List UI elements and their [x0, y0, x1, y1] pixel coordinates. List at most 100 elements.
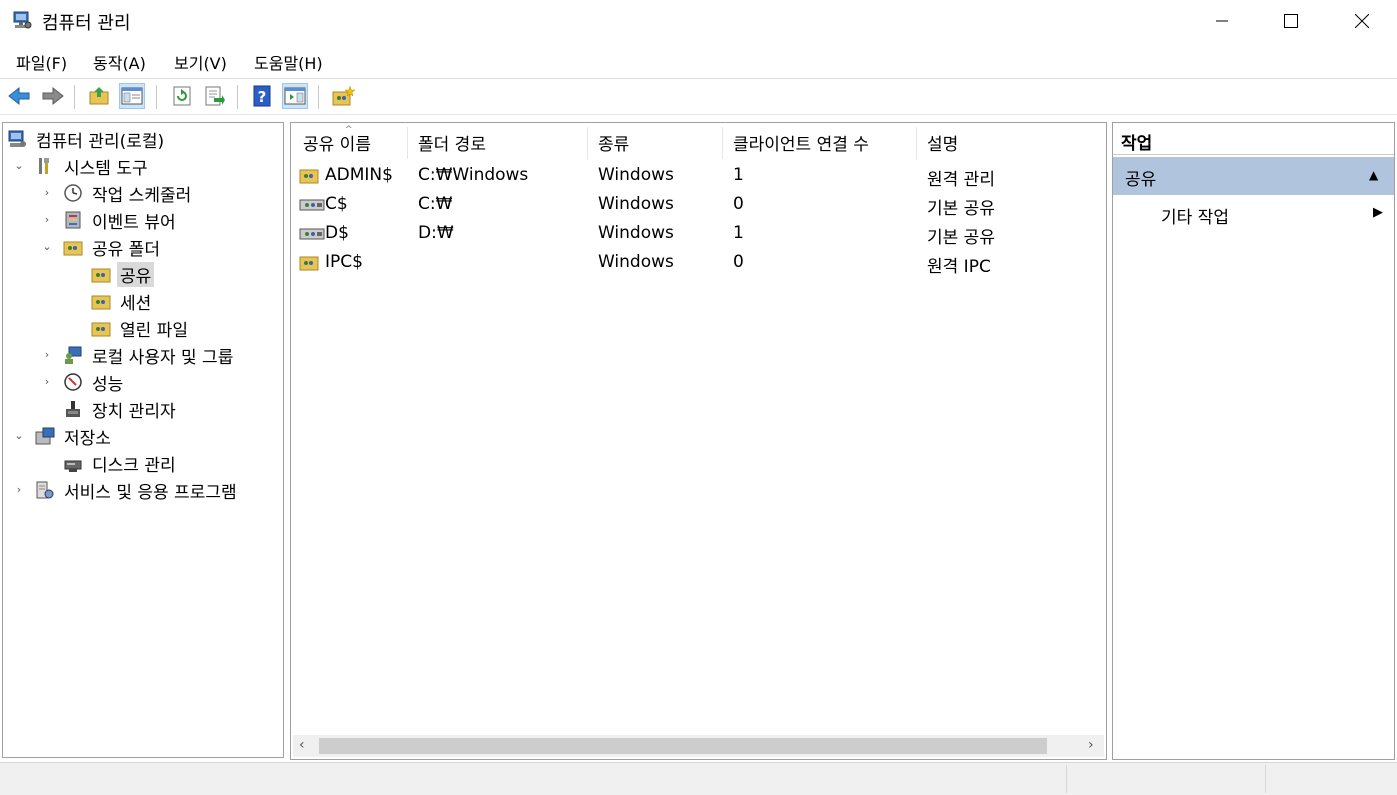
- close-icon: [1355, 14, 1369, 28]
- tree-label: 공유 폴더: [92, 239, 160, 260]
- back-button[interactable]: [6, 83, 32, 109]
- horizontal-scrollbar[interactable]: ‹ ›: [293, 735, 1104, 757]
- expand-chevron-icon[interactable]: ›: [41, 213, 53, 226]
- tree-label: 저장소: [64, 428, 111, 449]
- collapse-up-icon[interactable]: ▲: [1369, 168, 1378, 182]
- share-type: Windows: [598, 223, 674, 243]
- tree-label: 공유: [117, 261, 155, 287]
- expand-chevron-icon[interactable]: ›: [41, 375, 53, 388]
- tree-item-event-viewer[interactable]: 이벤트 뷰어: [63, 208, 179, 233]
- column-separator[interactable]: [916, 127, 917, 159]
- users-icon: [65, 346, 82, 364]
- column-label: 공유 이름: [303, 134, 371, 155]
- table-row[interactable]: ADMIN$ C:₩Windows Windows 1 원격 관리: [291, 161, 1106, 190]
- tree-label: 시스템 도구: [64, 158, 148, 179]
- column-header-folder-path[interactable]: 폴더 경로: [418, 123, 486, 161]
- tree-item-sessions[interactable]: 세션: [91, 289, 154, 314]
- column-label: 폴더 경로: [418, 134, 486, 155]
- shared-folder-icon: [63, 241, 83, 256]
- tree-label: 로컬 사용자 및 그룹: [92, 347, 234, 368]
- share-description: 기본 공유: [927, 199, 995, 219]
- scroll-left-icon[interactable]: ‹: [299, 737, 305, 753]
- scroll-right-icon[interactable]: ›: [1088, 737, 1094, 753]
- share-type: Windows: [598, 165, 674, 185]
- section-label: 공유: [1125, 170, 1157, 190]
- column-header-type[interactable]: 종류: [598, 123, 629, 161]
- collapse-chevron-icon[interactable]: ⌄: [41, 240, 53, 253]
- client-count: 0: [733, 194, 744, 214]
- column-label: 설명: [927, 134, 959, 155]
- collapse-chevron-icon[interactable]: ⌄: [13, 429, 25, 442]
- table-row[interactable]: D$ D:₩ Windows 1 기본 공유: [291, 219, 1106, 248]
- shares-list-view: 공유 이름 ^ 폴더 경로 종류 클라이언트 연결 수 설명 ADMIN$ C:…: [290, 122, 1107, 760]
- actions-pane: 작업 공유 ▲ 기타 작업 ▶: [1112, 122, 1395, 760]
- refresh-button[interactable]: [169, 83, 195, 109]
- maximize-button[interactable]: [1268, 0, 1314, 42]
- expand-chevron-icon[interactable]: ›: [41, 186, 53, 199]
- help-button[interactable]: ?: [249, 83, 275, 109]
- share-name: ADMIN$: [325, 165, 393, 185]
- computer-management-icon: [13, 11, 32, 29]
- sort-ascending-icon: ^: [345, 125, 353, 135]
- expand-chevron-icon[interactable]: ›: [41, 348, 53, 361]
- tree-item-disk-management[interactable]: 디스크 관리: [63, 451, 179, 476]
- menu-help[interactable]: 도움말(H): [254, 50, 323, 74]
- drive-share-icon: [299, 228, 325, 240]
- tree-item-performance[interactable]: 성능: [63, 370, 126, 395]
- column-separator[interactable]: [722, 127, 723, 159]
- expand-chevron-icon[interactable]: ›: [13, 483, 25, 496]
- action-label: 기타 작업: [1161, 208, 1229, 228]
- scrollbar-thumb[interactable]: [319, 738, 1047, 754]
- show-hide-action-pane-button[interactable]: [282, 83, 308, 109]
- close-button[interactable]: [1339, 0, 1385, 42]
- table-row[interactable]: C$ C:₩ Windows 0 기본 공유: [291, 190, 1106, 219]
- tree-label: 성능: [92, 374, 124, 395]
- export-list-button[interactable]: [202, 83, 228, 109]
- tree-item-computer-management[interactable]: 컴퓨터 관리(로컬): [7, 127, 167, 152]
- tree-item-system-tools[interactable]: 시스템 도구: [35, 154, 151, 179]
- tree-item-services-applications[interactable]: 서비스 및 응용 프로그램: [35, 478, 240, 503]
- tree-item-storage[interactable]: 저장소: [35, 424, 114, 449]
- forward-button[interactable]: [40, 83, 66, 109]
- tree-item-shares[interactable]: 공유: [91, 261, 155, 287]
- export-list-icon: [205, 86, 225, 106]
- column-separator[interactable]: [587, 127, 588, 159]
- tree-item-device-manager[interactable]: 장치 관리자: [63, 397, 179, 422]
- more-actions-item[interactable]: 기타 작업: [1161, 203, 1229, 228]
- menu-view[interactable]: 보기(V): [174, 50, 227, 74]
- performance-icon: [64, 373, 82, 391]
- actions-section-shares[interactable]: 공유 ▲: [1113, 157, 1394, 195]
- collapse-chevron-icon[interactable]: ⌄: [13, 159, 25, 172]
- table-row[interactable]: IPC$ Windows 0 원격 IPC: [291, 248, 1106, 277]
- toolbar-separator: [318, 85, 319, 109]
- column-label: 클라이언트 연결 수: [733, 134, 869, 155]
- tree-item-local-users-groups[interactable]: 로컬 사용자 및 그룹: [63, 343, 236, 368]
- tree-item-task-scheduler[interactable]: 작업 스케줄러: [63, 181, 194, 206]
- new-share-button[interactable]: [330, 83, 356, 109]
- event-viewer-icon: [65, 211, 81, 229]
- minimize-button[interactable]: [1199, 0, 1245, 42]
- menu-bar: 파일(F) 동작(A) 보기(V) 도움말(H): [0, 46, 1397, 76]
- menu-file[interactable]: 파일(F): [16, 50, 67, 74]
- clock-icon: [64, 184, 82, 202]
- show-hide-console-tree-button[interactable]: [119, 83, 145, 109]
- column-header-share-name[interactable]: 공유 이름: [303, 123, 371, 161]
- menu-action[interactable]: 동작(A): [93, 50, 146, 74]
- title-bar: 컴퓨터 관리: [0, 0, 1397, 42]
- services-icon: [36, 481, 54, 499]
- up-one-level-button[interactable]: [86, 83, 112, 109]
- column-header-description[interactable]: 설명: [927, 123, 958, 161]
- tree-item-open-files[interactable]: 열린 파일: [91, 316, 191, 341]
- tree-label: 열린 파일: [120, 320, 188, 341]
- new-share-icon: [332, 85, 355, 106]
- tree-item-shared-folders[interactable]: 공유 폴더: [63, 235, 163, 260]
- sessions-icon: [91, 295, 111, 310]
- share-name: D$: [325, 223, 349, 243]
- maximize-icon: [1284, 14, 1298, 28]
- up-folder-icon: [89, 87, 109, 105]
- toolbar-separator: [237, 85, 238, 109]
- column-separator[interactable]: [407, 127, 408, 159]
- shared-folder-icon: [299, 169, 319, 184]
- share-description: 원격 관리: [927, 170, 995, 190]
- column-header-client-connections[interactable]: 클라이언트 연결 수: [733, 123, 869, 161]
